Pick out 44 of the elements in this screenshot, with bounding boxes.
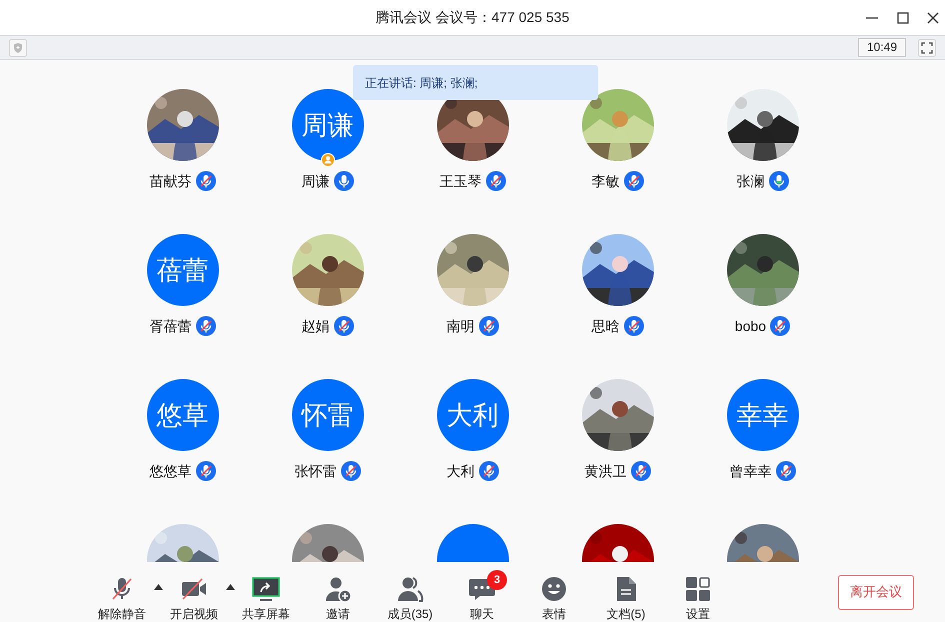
maximize-icon[interactable] (897, 12, 909, 24)
participant-name: 李敏 (592, 172, 620, 190)
toolbar-button[interactable]: 成员(35) (374, 562, 446, 622)
speaking-banner: 正在讲话: 周谦; 张澜; (353, 65, 598, 100)
toolbar-button[interactable]: 文档(5) (590, 562, 662, 622)
participant-name: 王玉琴 (440, 172, 482, 190)
participant-name: 张澜 (736, 172, 764, 190)
participant-name: 黄洪卫 (584, 462, 626, 480)
participant-name: 思晗 (592, 316, 620, 336)
add-person-icon (324, 575, 352, 603)
toolbar-button[interactable]: 表情 (518, 562, 590, 622)
participant-name: 南明 (446, 316, 474, 336)
participant-name: 悠悠草 (150, 462, 192, 480)
toolbar-button[interactable]: 共享屏幕 (230, 562, 302, 622)
fullscreen-icon[interactable] (918, 38, 936, 56)
avatar-initials: 大利 (436, 379, 508, 451)
avatar-initials: 幸幸 (726, 379, 798, 451)
caret-icon[interactable] (226, 584, 235, 590)
window-title: 腾讯会议 会议号：477 025 535 (376, 8, 570, 27)
participant-name: 胥蓓蕾 (150, 316, 192, 336)
avatar-initials: 怀雷 (292, 379, 364, 451)
close-icon[interactable] (927, 12, 939, 24)
participant-name: 赵娟 (302, 316, 330, 336)
participant-name: 苗献芬 (150, 172, 192, 190)
toolbar-button[interactable]: 邀请 (302, 562, 374, 622)
avatar-initials: 蓓蕾 (146, 234, 218, 306)
unread-badge: 3 (487, 570, 507, 590)
participant-name: 张怀雷 (294, 462, 336, 480)
participant-name: 曾幸幸 (730, 462, 772, 480)
participant-name: 大利 (446, 462, 474, 480)
meeting-timer: 10:49 (858, 38, 906, 57)
toolbar-button[interactable]: 设置 (662, 562, 734, 622)
participant-name: bobo (734, 316, 766, 336)
share-screen-icon (252, 575, 280, 603)
leave-meeting-button[interactable]: 离开会议 (838, 574, 914, 610)
participant-name: 周谦 (302, 172, 330, 190)
tile-grid-icon (684, 575, 712, 603)
avatar-initials: 周谦 (292, 89, 364, 161)
avatar-initials: 悠草 (146, 379, 218, 451)
caret-icon[interactable] (154, 584, 163, 590)
people-icon (396, 575, 424, 603)
toolbar-button[interactable]: 开启视频 (158, 562, 230, 622)
toolbar-button[interactable]: 解除静音 (86, 562, 158, 622)
smiley-icon (540, 575, 568, 603)
